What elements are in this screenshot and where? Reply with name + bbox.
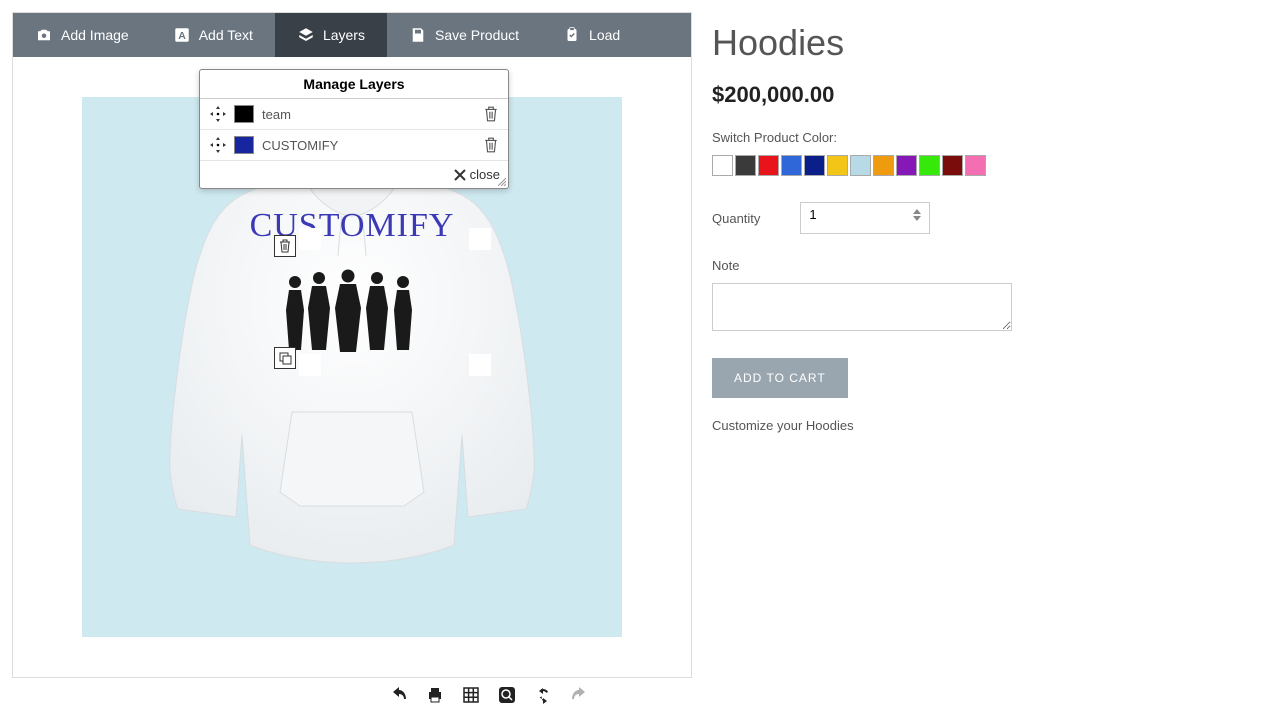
resize-handle-bl[interactable] (299, 354, 321, 376)
resize-grip-icon[interactable] (498, 178, 506, 186)
move-icon[interactable] (210, 137, 226, 153)
delete-layer-button[interactable] (484, 106, 498, 122)
duplicate-selection-button[interactable] (274, 347, 296, 369)
layers-label: Layers (323, 27, 365, 43)
selection-box[interactable] (310, 239, 480, 365)
product-sidebar: Hoodies $200,000.00 Switch Product Color… (712, 12, 1268, 678)
layer-row[interactable]: CUSTOMIFY (200, 130, 508, 161)
layer-name: team (262, 107, 291, 122)
hoodie-image (142, 132, 562, 602)
color-swatch[interactable] (804, 155, 825, 176)
delete-selection-button[interactable] (274, 235, 296, 257)
load-button[interactable]: Load (541, 13, 642, 57)
product-title: Hoodies (712, 22, 1268, 64)
bottom-toolbar (390, 686, 588, 704)
text-icon: A (173, 26, 191, 44)
clipboard-icon (563, 26, 581, 44)
quantity-label: Quantity (712, 211, 760, 226)
resize-handle-tr[interactable] (469, 228, 491, 250)
quantity-value: 1 (809, 207, 816, 222)
close-layers-button[interactable]: close (200, 161, 508, 188)
product-description: Customize your Hoodies (712, 418, 1268, 433)
layer-color-swatch (234, 136, 254, 154)
quantity-stepper[interactable]: 1 (800, 202, 930, 234)
color-swatch[interactable] (919, 155, 940, 176)
layer-color-swatch (234, 105, 254, 123)
color-swatch[interactable] (735, 155, 756, 176)
layers-panel: Manage Layers team CUSTOMIFY close (199, 69, 509, 189)
layer-name: CUSTOMIFY (262, 138, 338, 153)
grid-button[interactable] (462, 686, 480, 704)
layer-row[interactable]: team (200, 99, 508, 130)
layers-button[interactable]: Layers (275, 13, 387, 57)
redo-button[interactable] (570, 686, 588, 704)
color-swatch[interactable] (850, 155, 871, 176)
print-button[interactable] (426, 686, 444, 704)
color-swatch[interactable] (758, 155, 779, 176)
note-textarea[interactable] (712, 283, 1012, 331)
add-text-label: Add Text (199, 27, 253, 43)
copy-icon (279, 352, 292, 365)
layers-panel-title: Manage Layers (200, 70, 508, 99)
color-swatch-row (712, 155, 1268, 176)
resize-handle-tl[interactable] (299, 228, 321, 250)
step-down-icon[interactable] (913, 215, 921, 221)
resize-handle-br[interactable] (469, 354, 491, 376)
delete-layer-button[interactable] (484, 137, 498, 153)
add-image-label: Add Image (61, 27, 129, 43)
save-label: Save Product (435, 27, 519, 43)
color-swatch[interactable] (712, 155, 733, 176)
refresh-button[interactable] (534, 686, 552, 704)
add-image-button[interactable]: Add Image (13, 13, 151, 57)
editor-toolbar: Add Image A Add Text Layers Save Product… (13, 13, 691, 57)
color-swatch[interactable] (873, 155, 894, 176)
note-label: Note (712, 258, 1268, 273)
save-product-button[interactable]: Save Product (387, 13, 541, 57)
color-swatch[interactable] (781, 155, 802, 176)
layers-icon (297, 26, 315, 44)
color-swatch[interactable] (942, 155, 963, 176)
color-switch-label: Switch Product Color: (712, 130, 1268, 145)
color-swatch[interactable] (827, 155, 848, 176)
undo-button[interactable] (390, 686, 408, 704)
save-icon (409, 26, 427, 44)
color-swatch[interactable] (896, 155, 917, 176)
zoom-button[interactable] (498, 686, 516, 704)
load-label: Load (589, 27, 620, 43)
design-editor: Add Image A Add Text Layers Save Product… (12, 12, 692, 678)
add-to-cart-button[interactable]: ADD TO CART (712, 358, 848, 398)
trash-icon (279, 239, 291, 253)
move-icon[interactable] (210, 106, 226, 122)
add-text-button[interactable]: A Add Text (151, 13, 275, 57)
close-label: close (470, 167, 500, 182)
product-price: $200,000.00 (712, 82, 1268, 108)
color-swatch[interactable] (965, 155, 986, 176)
svg-text:A: A (178, 30, 186, 42)
close-icon (454, 169, 466, 181)
camera-icon (35, 26, 53, 44)
